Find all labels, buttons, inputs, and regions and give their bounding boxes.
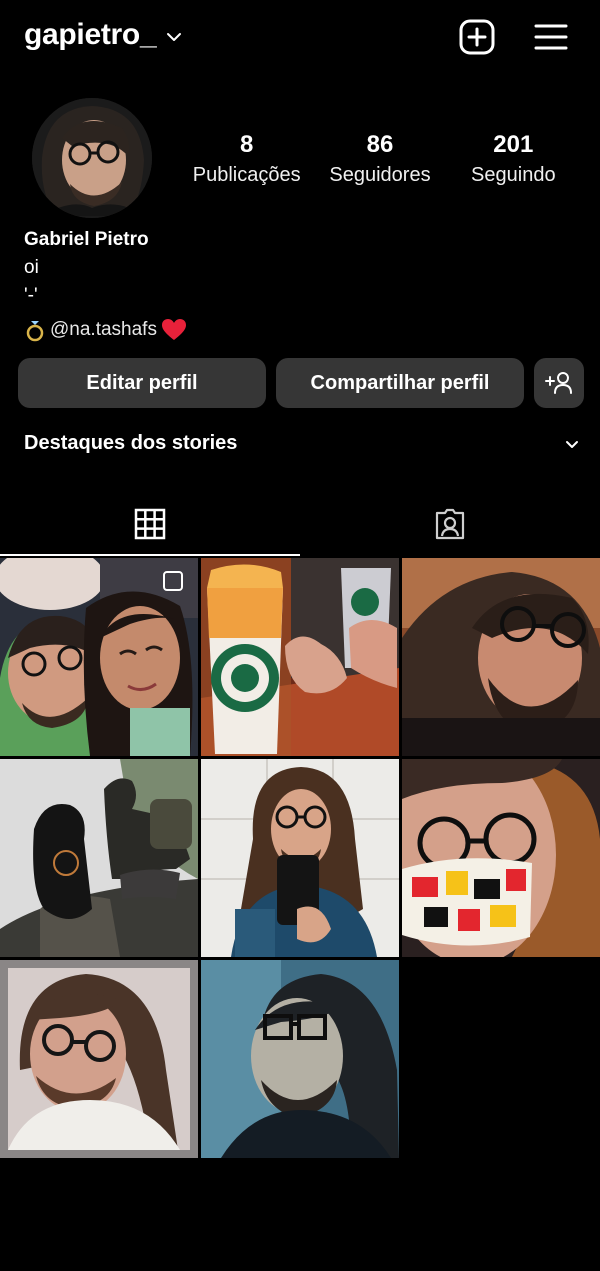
add-person-icon [545, 372, 572, 394]
grid-icon [134, 508, 166, 540]
story-highlights-toggle[interactable]: Destaques dos stories [24, 432, 580, 455]
post-thumbnail[interactable] [402, 558, 600, 756]
username: gapietro_ [24, 18, 157, 51]
menu-button[interactable] [532, 18, 570, 56]
tab-tagged[interactable] [300, 492, 600, 556]
post-image [0, 558, 198, 756]
post-image [402, 759, 600, 957]
post-thumbnail[interactable] [0, 960, 198, 1158]
following-count-value: 201 [493, 131, 534, 158]
post-thumbnail[interactable] [201, 558, 399, 756]
create-post-button[interactable] [458, 18, 496, 56]
post-image [0, 960, 198, 1158]
tab-posts-grid[interactable] [0, 492, 300, 556]
post-thumbnail[interactable] [201, 960, 399, 1158]
chevron-down-icon [566, 440, 578, 448]
post-thumbnail[interactable] [0, 759, 198, 957]
share-profile-button[interactable]: Compartilhar perfil [276, 358, 524, 408]
post-image [201, 759, 399, 957]
ring-icon [26, 321, 44, 342]
bio-line: oi [24, 257, 39, 278]
profile-stats: 8 Publicações 86 Seguidores 201 Seguindo [180, 130, 580, 190]
red-heart-icon [161, 319, 186, 340]
posts-count[interactable]: 8 Publicações [180, 130, 313, 190]
chevron-down-icon [167, 33, 182, 41]
discover-people-button[interactable] [534, 358, 584, 408]
menu-icon [534, 24, 568, 50]
edit-profile-button[interactable]: Editar perfil [18, 358, 266, 408]
profile-actions: Editar perfil Compartilhar perfil [18, 358, 584, 408]
followers-count[interactable]: 86 Seguidores [313, 130, 446, 190]
top-bar: gapietro_ [0, 0, 600, 78]
mention-link[interactable]: @na.tashafs [50, 316, 157, 344]
posts-count-value: 8 [239, 131, 254, 158]
display-name: Gabriel Pietro [24, 229, 149, 250]
posts-count-label: Publicações [192, 164, 301, 186]
account-switcher[interactable]: gapietro_ [24, 18, 182, 52]
followers-count-label: Seguidores [329, 164, 431, 186]
tagged-icon [435, 508, 465, 540]
bio-line: '-' [24, 285, 38, 306]
followers-count-value: 86 [366, 131, 394, 158]
posts-grid [0, 558, 600, 1158]
post-thumbnail[interactable] [0, 558, 198, 756]
bio-mention-line: @na.tashafs [24, 316, 584, 344]
following-count-label: Seguindo [471, 164, 556, 186]
avatar-image [32, 98, 152, 218]
post-image [201, 558, 399, 756]
post-thumbnail[interactable] [402, 759, 600, 957]
create-post-icon [459, 19, 495, 55]
profile-avatar[interactable] [32, 98, 152, 218]
post-image [0, 759, 198, 957]
following-count[interactable]: 201 Seguindo [447, 130, 580, 190]
profile-tabs [0, 492, 600, 556]
post-thumbnail[interactable] [201, 759, 399, 957]
profile-bio: Gabriel Pietro oi '-' @na.tashafs [24, 226, 584, 344]
post-image [402, 558, 600, 756]
highlights-title: Destaques dos stories [24, 432, 238, 454]
post-image [201, 960, 399, 1158]
